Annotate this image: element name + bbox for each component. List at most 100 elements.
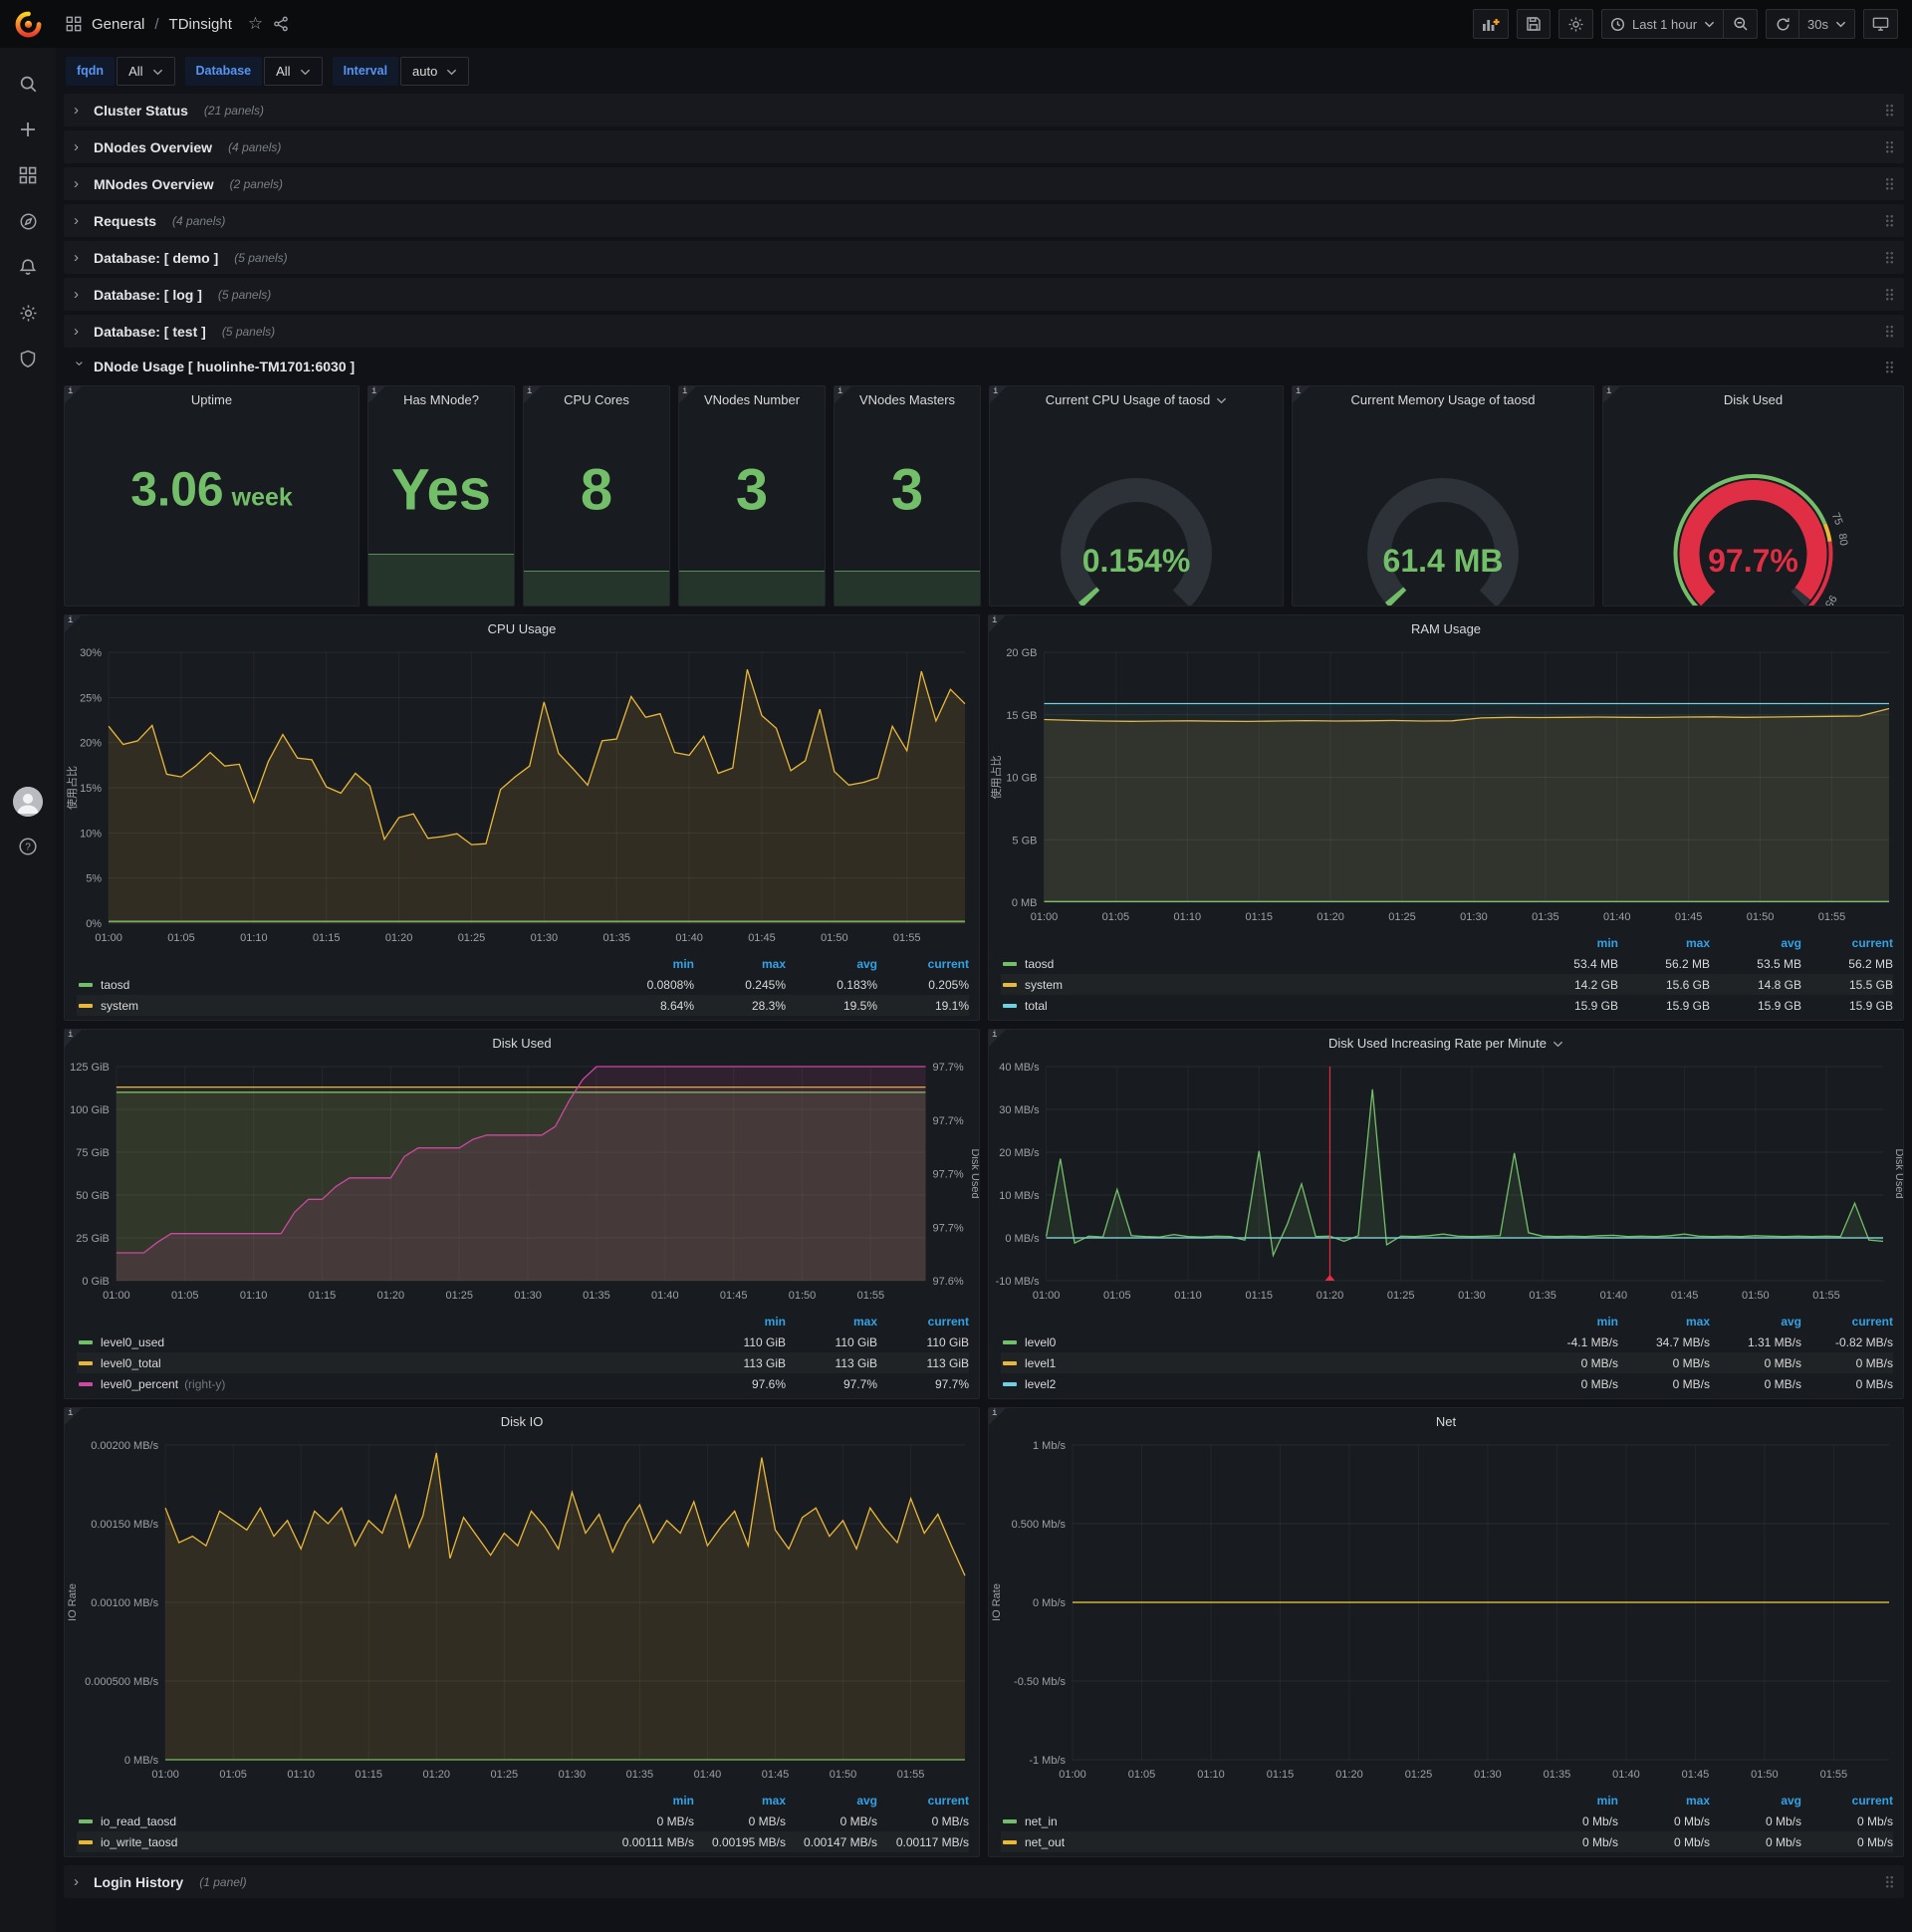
- chart-area[interactable]: 1 Mb/s 0.500 Mb/s 0 Mb/s -0.50 Mb/s -1 Mb/s 0…: [989, 1435, 1903, 1789]
- row-drag-handle[interactable]: [1885, 104, 1894, 117]
- legend-column-avg[interactable]: avg: [1710, 936, 1801, 950]
- row-drag-handle[interactable]: [1885, 140, 1894, 153]
- variable-value-picker[interactable]: All: [117, 56, 175, 86]
- chart-area[interactable]: 30% 25% 20% 15% 10% 5% 0% 01:00 01:05 01:10 01:15 0…: [65, 642, 979, 952]
- panel-info-icon[interactable]: i: [835, 386, 851, 403]
- configuration-icon[interactable]: [0, 295, 56, 331]
- legend-column-max[interactable]: max: [694, 1794, 786, 1808]
- panel-title[interactable]: Disk Used: [65, 1030, 979, 1057]
- panel-title[interactable]: RAM Usage: [989, 615, 1903, 642]
- panel-info-icon[interactable]: i: [1293, 386, 1310, 403]
- grafana-logo[interactable]: [0, 0, 56, 48]
- panel-info-icon[interactable]: i: [524, 386, 541, 403]
- legend-column-avg[interactable]: avg: [1710, 1315, 1801, 1328]
- user-avatar-icon[interactable]: [0, 787, 56, 817]
- panel-info-icon[interactable]: i: [989, 615, 1006, 632]
- breadcrumb-title[interactable]: TDinsight: [169, 16, 232, 33]
- legend-column-max[interactable]: max: [786, 1315, 877, 1328]
- cycle-view-button[interactable]: [1863, 9, 1898, 39]
- legend-column-min[interactable]: min: [1527, 1794, 1618, 1808]
- legend-column-max[interactable]: max: [1618, 936, 1710, 950]
- row-login-history[interactable]: › Login History (1 panel): [64, 1865, 1904, 1898]
- legend-series-name[interactable]: net_in: [1025, 1814, 1058, 1828]
- create-icon[interactable]: [0, 112, 56, 147]
- time-range-picker[interactable]: Last 1 hour: [1600, 9, 1725, 39]
- legend-column-max[interactable]: max: [1618, 1315, 1710, 1328]
- row-dnodes-overview[interactable]: › DNodes Overview (4 panels): [64, 130, 1904, 163]
- legend-series-name[interactable]: total: [1025, 999, 1048, 1013]
- save-dashboard-button[interactable]: [1516, 9, 1551, 39]
- row-drag-handle[interactable]: [1885, 360, 1894, 373]
- legend-column-max[interactable]: max: [1618, 1794, 1710, 1808]
- search-icon[interactable]: [0, 66, 56, 102]
- panel-info-icon[interactable]: i: [65, 1408, 82, 1425]
- help-icon[interactable]: ?: [0, 837, 56, 856]
- row-database-log[interactable]: › Database: [ log ] (5 panels): [64, 278, 1904, 311]
- panel-info-icon[interactable]: i: [65, 615, 82, 632]
- legend-column-current[interactable]: current: [877, 957, 969, 971]
- legend-column-min[interactable]: min: [602, 1794, 694, 1808]
- panel-title[interactable]: VNodes Masters: [835, 386, 980, 413]
- panel-title[interactable]: Net: [989, 1408, 1903, 1435]
- legend-column-current[interactable]: current: [1801, 1794, 1893, 1808]
- share-icon[interactable]: [273, 16, 289, 32]
- legend-column-current[interactable]: current: [1801, 936, 1893, 950]
- legend-series-name[interactable]: level2: [1025, 1377, 1056, 1391]
- panel-title[interactable]: Disk Used: [1603, 386, 1903, 413]
- legend-column-min[interactable]: min: [1527, 1315, 1618, 1328]
- explore-icon[interactable]: [0, 203, 56, 239]
- legend-series-name[interactable]: net_out: [1025, 1835, 1065, 1849]
- legend-series-name[interactable]: level0_total: [101, 1356, 161, 1370]
- row-cluster-status[interactable]: › Cluster Status (21 panels): [64, 94, 1904, 126]
- panel-title[interactable]: CPU Cores: [524, 386, 669, 413]
- legend-column-avg[interactable]: avg: [786, 1794, 877, 1808]
- legend-column-current[interactable]: current: [877, 1794, 969, 1808]
- server-admin-icon[interactable]: [0, 341, 56, 376]
- panel-info-icon[interactable]: i: [990, 386, 1007, 403]
- row-drag-handle[interactable]: [1885, 1875, 1894, 1888]
- chart-area[interactable]: 40 MB/s 30 MB/s 20 MB/s 10 MB/s 0 MB/s -10 MB…: [989, 1057, 1903, 1310]
- star-icon[interactable]: ☆: [248, 14, 263, 34]
- breadcrumb-section[interactable]: General: [92, 16, 144, 33]
- row-drag-handle[interactable]: [1885, 325, 1894, 338]
- dashboards-icon[interactable]: [0, 157, 56, 193]
- legend-column-avg[interactable]: avg: [786, 957, 877, 971]
- chart-area[interactable]: 20 GB 15 GB 10 GB 5 GB 0 MB 01:00 01:05 01:10 01…: [989, 642, 1903, 931]
- panel-info-icon[interactable]: i: [989, 1408, 1006, 1425]
- legend-series-name[interactable]: level0_used: [101, 1335, 164, 1349]
- legend-series-name[interactable]: level1: [1025, 1356, 1056, 1370]
- legend-column-max[interactable]: max: [694, 957, 786, 971]
- panel-info-icon[interactable]: i: [989, 1030, 1006, 1047]
- variable-value-picker[interactable]: auto: [400, 56, 470, 86]
- panel-info-icon[interactable]: i: [65, 386, 82, 403]
- row-database-demo[interactable]: › Database: [ demo ] (5 panels): [64, 241, 1904, 274]
- zoom-out-button[interactable]: [1724, 9, 1759, 39]
- dashboard-settings-button[interactable]: [1557, 9, 1593, 39]
- legend-series-name[interactable]: system: [1025, 978, 1063, 992]
- variable-label[interactable]: Interval: [332, 56, 399, 86]
- panel-info-icon[interactable]: i: [368, 386, 385, 403]
- panel-title[interactable]: Uptime: [65, 386, 358, 413]
- legend-column-min[interactable]: min: [1527, 936, 1618, 950]
- variable-label[interactable]: fqdn: [66, 56, 116, 86]
- panel-title[interactable]: Has MNode?: [368, 386, 514, 413]
- add-panel-button[interactable]: [1472, 9, 1509, 39]
- panel-title[interactable]: CPU Usage: [65, 615, 979, 642]
- panel-title[interactable]: Disk IO: [65, 1408, 979, 1435]
- legend-column-min[interactable]: min: [694, 1315, 786, 1328]
- chart-area[interactable]: 0.00200 MB/s 0.00150 MB/s 0.00100 MB/s 0.00…: [65, 1435, 979, 1789]
- alerting-icon[interactable]: [0, 249, 56, 285]
- panel-title[interactable]: VNodes Number: [679, 386, 825, 413]
- legend-column-current[interactable]: current: [1801, 1315, 1893, 1328]
- row-drag-handle[interactable]: [1885, 177, 1894, 190]
- legend-series-name[interactable]: io_write_taosd: [101, 1835, 177, 1849]
- row-mnodes-overview[interactable]: › MNodes Overview (2 panels): [64, 167, 1904, 200]
- refresh-button[interactable]: [1766, 9, 1800, 39]
- legend-series-name[interactable]: taosd: [101, 978, 129, 992]
- legend-series-name[interactable]: level0: [1025, 1335, 1056, 1349]
- panel-title[interactable]: Current Memory Usage of taosd: [1293, 386, 1593, 413]
- variable-label[interactable]: Database: [184, 56, 263, 86]
- refresh-interval-picker[interactable]: 30s: [1799, 9, 1855, 39]
- panel-info-icon[interactable]: i: [1603, 386, 1620, 403]
- legend-series-name[interactable]: io_read_taosd: [101, 1814, 176, 1828]
